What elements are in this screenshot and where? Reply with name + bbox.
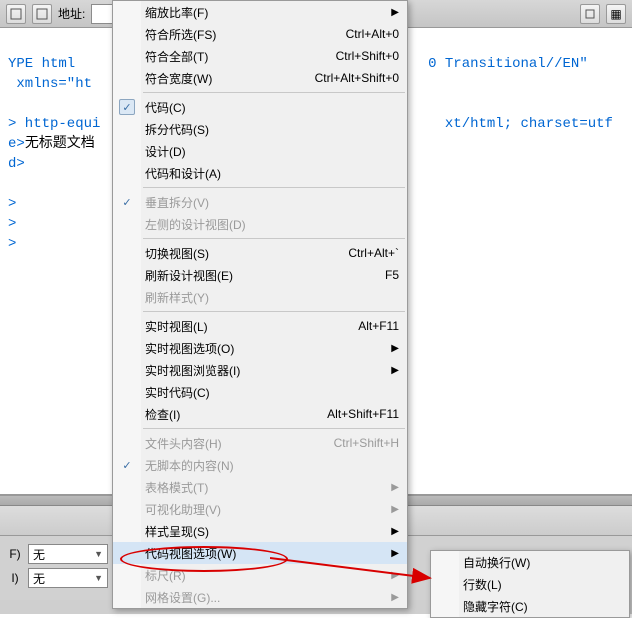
menu-item[interactable]: 设计(D): [113, 140, 407, 162]
prop-f-select[interactable]: 无▼: [28, 544, 108, 564]
view-menu: 缩放比率(F)▶符合所选(FS)Ctrl+Alt+0符合全部(T)Ctrl+Sh…: [112, 0, 408, 609]
menu-item[interactable]: 实时视图选项(O)▶: [113, 337, 407, 359]
menu-item: 左侧的设计视图(D): [113, 213, 407, 235]
menu-item[interactable]: 符合全部(T)Ctrl+Shift+0: [113, 45, 407, 67]
tool-icon[interactable]: ▦: [606, 4, 626, 24]
menu-item: 网格设置(G)...▶: [113, 586, 407, 608]
menu-item[interactable]: 刷新设计视图(E)F5: [113, 264, 407, 286]
menu-item[interactable]: 行数(L): [431, 573, 629, 595]
menu-item: ✓垂直拆分(V): [113, 191, 407, 213]
menu-item[interactable]: 切换视图(S)Ctrl+Alt+`: [113, 242, 407, 264]
menu-item: 文件头内容(H)Ctrl+Shift+H: [113, 432, 407, 454]
menu-item: 表格模式(T)▶: [113, 476, 407, 498]
prop-f-label: F): [6, 547, 24, 561]
menu-item[interactable]: 符合所选(FS)Ctrl+Alt+0: [113, 23, 407, 45]
menu-item[interactable]: 缩放比率(F)▶: [113, 1, 407, 23]
prop-i-select[interactable]: 无▼: [28, 568, 108, 588]
menu-item[interactable]: 实时代码(C): [113, 381, 407, 403]
menu-item[interactable]: ✓代码(C): [113, 96, 407, 118]
address-label: 地址:: [58, 5, 85, 22]
menu-item: 可视化助理(V)▶: [113, 498, 407, 520]
tool-icon[interactable]: [32, 4, 52, 24]
menu-item: 刷新样式(Y): [113, 286, 407, 308]
prop-i-label: I): [6, 571, 24, 585]
menu-item[interactable]: 检查(I)Alt+Shift+F11: [113, 403, 407, 425]
menu-item: 标尺(R)▶: [113, 564, 407, 586]
menu-item[interactable]: 拆分代码(S): [113, 118, 407, 140]
menu-item[interactable]: 实时视图浏览器(I)▶: [113, 359, 407, 381]
tool-icon[interactable]: [580, 4, 600, 24]
menu-item[interactable]: 代码和设计(A): [113, 162, 407, 184]
menu-item[interactable]: 实时视图(L)Alt+F11: [113, 315, 407, 337]
menu-item[interactable]: 样式呈现(S)▶: [113, 520, 407, 542]
menu-item[interactable]: 代码视图选项(W)▶: [113, 542, 407, 564]
menu-item: ✓无脚本的内容(N): [113, 454, 407, 476]
menu-item[interactable]: 符合宽度(W)Ctrl+Alt+Shift+0: [113, 67, 407, 89]
code-view-options-submenu: 自动换行(W)行数(L)隐藏字符(C): [430, 550, 630, 618]
tool-icon[interactable]: [6, 4, 26, 24]
menu-item[interactable]: 自动换行(W): [431, 551, 629, 573]
